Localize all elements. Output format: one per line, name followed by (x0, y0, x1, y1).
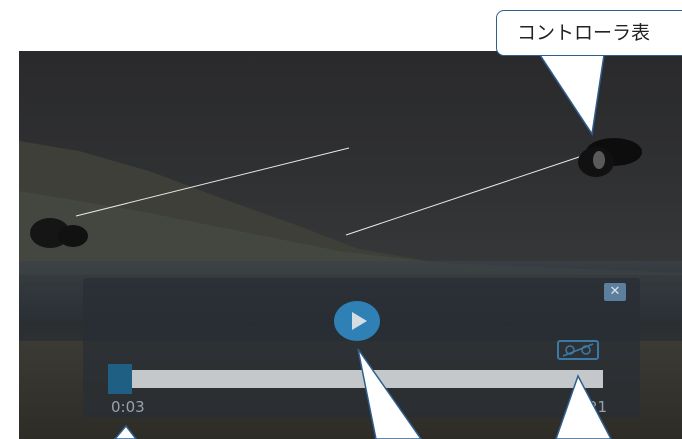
laser-pointer-right (345, 154, 586, 236)
play-icon[interactable] (334, 301, 380, 341)
vr-controller-icon (578, 138, 642, 177)
vr-goggles-icon[interactable] (557, 340, 599, 360)
vr-controller-icon (30, 218, 88, 248)
callout-text: コントローラ表 (517, 22, 651, 44)
seek-handle[interactable] (108, 364, 132, 394)
callout-label: コントローラ表 (496, 10, 682, 56)
close-icon[interactable]: ✕ (604, 283, 626, 301)
total-time: 21 (588, 398, 608, 416)
laser-pointer-left (75, 147, 350, 217)
seek-bar[interactable] (108, 370, 603, 388)
current-time: 0:03 (111, 398, 145, 416)
